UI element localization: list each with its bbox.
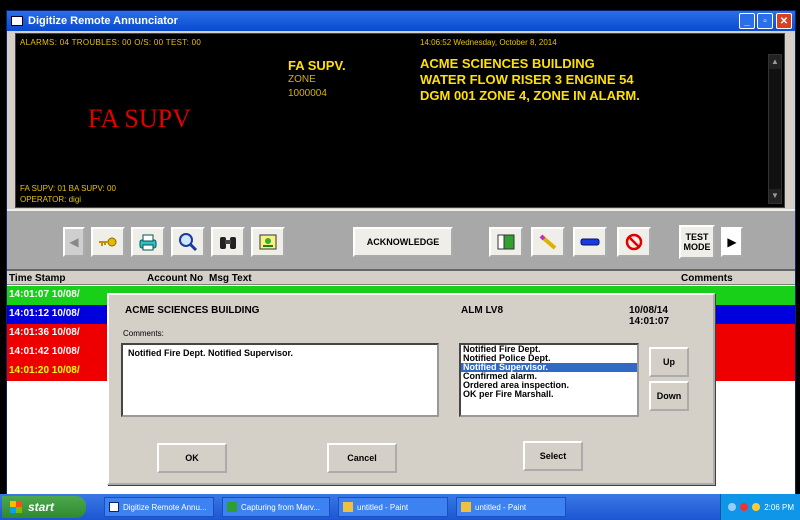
toolbar-scroll-left-button[interactable]: ◀ xyxy=(63,227,85,257)
taskbar-item[interactable]: Capturing from Marv... xyxy=(222,497,330,517)
row-time-stamp: 14:01:42 10/08/ xyxy=(9,346,80,357)
edit-button[interactable] xyxy=(531,227,565,257)
toolbar-scroll-right-button[interactable]: ▶ xyxy=(721,227,743,257)
taskbar-item-label: untitled - Paint xyxy=(357,502,409,512)
row-time-stamp: 14:01:20 10/08/ xyxy=(9,365,80,376)
ok-button[interactable]: OK xyxy=(157,443,227,473)
log-book-button[interactable] xyxy=(489,227,523,257)
alarm-type: FA SUPV. xyxy=(288,58,346,73)
acknowledge-button[interactable]: ACKNOWLEDGE xyxy=(353,227,453,257)
minimize-button[interactable]: _ xyxy=(739,13,755,29)
disable-button[interactable] xyxy=(573,227,607,257)
big-status-text: FA SUPV xyxy=(88,104,191,133)
map-button[interactable] xyxy=(251,227,285,257)
printer-icon xyxy=(139,234,157,251)
row-time-stamp: 14:01:12 10/08/ xyxy=(9,308,80,319)
test-mode-button[interactable]: TEST MODE xyxy=(679,225,715,259)
alarm-message-line: WATER FLOW RISER 3 ENGINE 54 xyxy=(420,72,634,87)
column-header-comments[interactable]: Comments xyxy=(681,273,733,284)
supervisory-counts: FA SUPV: 01 BA SUPV: 00 xyxy=(20,184,116,193)
book-icon xyxy=(497,234,515,250)
key-button[interactable] xyxy=(91,227,125,257)
alarm-message-line: DGM 001 ZONE 4, ZONE IN ALARM. xyxy=(420,88,640,103)
windows-logo-icon xyxy=(10,501,22,513)
start-button[interactable]: start xyxy=(2,496,86,518)
window-icon xyxy=(109,502,119,512)
comment-textarea[interactable]: Notified Fire Dept. Notified Supervisor. xyxy=(121,343,439,417)
title-bar[interactable]: Digitize Remote Annunciator _ ▫ ✕ xyxy=(7,11,795,31)
capture-icon xyxy=(227,502,237,512)
search-button[interactable] xyxy=(171,227,205,257)
dialog-time: 14:01:07 xyxy=(629,316,670,327)
app-window: Digitize Remote Annunciator _ ▫ ✕ ALARMS… xyxy=(6,10,796,518)
table-header: Time Stamp Account No Msg Text Comments xyxy=(7,273,795,285)
start-label: start xyxy=(28,500,55,514)
move-down-button[interactable]: Down xyxy=(649,381,689,411)
alarm-zone-number: 1000004 xyxy=(288,88,327,99)
network-icon[interactable] xyxy=(728,503,737,511)
close-button[interactable]: ✕ xyxy=(776,13,792,29)
column-header-time-stamp[interactable]: Time Stamp xyxy=(9,273,66,284)
comments-label: Comments: xyxy=(123,329,164,338)
scroll-down-icon[interactable]: ▼ xyxy=(769,189,781,203)
taskbar-item-label: Capturing from Marv... xyxy=(241,502,320,512)
scroll-up-icon[interactable]: ▲ xyxy=(769,55,781,69)
app-icon xyxy=(11,16,23,26)
magnifier-icon xyxy=(179,233,198,252)
find-button[interactable] xyxy=(211,227,245,257)
toolbar: ◀ ACKNOWLEDGE TEST MODE ▶ xyxy=(7,209,795,271)
select-button[interactable]: Select xyxy=(523,441,583,471)
silence-button[interactable] xyxy=(617,227,651,257)
clock[interactable]: 2:06 PM xyxy=(764,503,794,512)
taskbar-item[interactable]: Digitize Remote Annu... xyxy=(104,497,214,517)
dialog-date: 10/08/14 xyxy=(629,305,668,316)
window-title: Digitize Remote Annunciator xyxy=(28,15,178,27)
paint-icon xyxy=(343,502,353,512)
dialog-datetime: 10/08/14 14:01:07 xyxy=(629,305,669,327)
no-symbol-icon xyxy=(625,233,643,251)
preset-comment-list[interactable]: Notified Fire Dept. Notified Police Dept.… xyxy=(459,343,639,417)
preset-option[interactable]: OK per Fire Marshall. xyxy=(461,390,637,399)
key-icon xyxy=(99,237,117,247)
column-header-msg-text[interactable]: Msg Text xyxy=(209,273,252,284)
taskbar-item[interactable]: untitled - Paint xyxy=(338,497,448,517)
map-icon xyxy=(259,234,277,250)
cancel-button[interactable]: Cancel xyxy=(327,443,397,473)
event-counts: ALARMS: 04 TROUBLES: 00 O/S: 00 TEST: 00 xyxy=(20,38,202,47)
annunciator-display: ALARMS: 04 TROUBLES: 00 O/S: 00 TEST: 00… xyxy=(15,33,785,208)
alarm-zone-label: ZONE xyxy=(288,74,316,85)
pencil-icon xyxy=(539,234,557,250)
maximize-button[interactable]: ▫ xyxy=(757,13,773,29)
alarm-message-line: ACME SCIENCES BUILDING xyxy=(420,56,595,71)
print-button[interactable] xyxy=(131,227,165,257)
row-time-stamp: 14:01:07 10/08/ xyxy=(9,289,80,300)
minus-icon xyxy=(580,238,600,246)
dialog-building: ACME SCIENCES BUILDING xyxy=(125,305,260,316)
alarm-message: ACME SCIENCES BUILDING WATER FLOW RISER … xyxy=(420,56,640,104)
display-scrollbar[interactable]: ▲ ▼ xyxy=(768,54,782,204)
display-datetime: 14:06:52 Wednesday, October 8, 2014 xyxy=(420,38,557,47)
comment-dialog: ACME SCIENCES BUILDING ALM LV8 10/08/14 … xyxy=(107,293,715,485)
operator-label: OPERATOR: digi xyxy=(20,195,82,204)
volume-icon[interactable] xyxy=(752,503,761,511)
binoculars-icon xyxy=(220,237,236,249)
system-tray: 2:06 PM xyxy=(720,494,800,520)
paint-icon xyxy=(461,502,471,512)
taskbar-item[interactable]: untitled - Paint xyxy=(456,497,566,517)
taskbar-item-label: untitled - Paint xyxy=(475,502,527,512)
move-up-button[interactable]: Up xyxy=(649,347,689,377)
row-time-stamp: 14:01:36 10/08/ xyxy=(9,327,80,338)
taskbar: start Digitize Remote Annu... Capturing … xyxy=(0,494,800,520)
taskbar-item-label: Digitize Remote Annu... xyxy=(123,502,207,512)
dialog-alarm-level: ALM LV8 xyxy=(461,305,504,316)
security-icon[interactable] xyxy=(740,503,749,511)
column-header-account-no[interactable]: Account No xyxy=(147,273,203,284)
